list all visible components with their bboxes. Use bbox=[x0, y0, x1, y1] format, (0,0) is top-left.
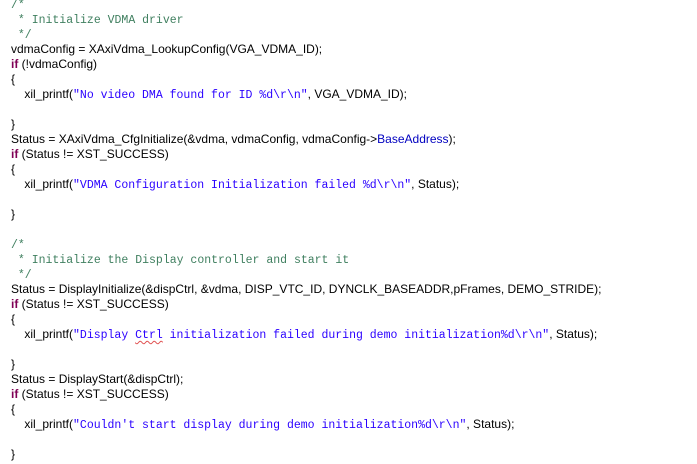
code-string-literal: "Couldn't start display during demo init… bbox=[73, 419, 467, 432]
code-text: , Status); bbox=[466, 417, 515, 431]
code-text: Status = DisplayInitialize(&dispCtrl, &v… bbox=[11, 282, 602, 296]
code-line[interactable]: { bbox=[11, 162, 15, 177]
code-comment: /* bbox=[11, 0, 25, 12]
code-string-literal: "VDMA Configuration Initialization faile… bbox=[73, 179, 412, 192]
code-line[interactable]: if (!vdmaConfig) bbox=[11, 57, 97, 72]
code-text: Status = XAxiVdma_CfgInitialize(&vdma, v… bbox=[11, 132, 378, 146]
code-line[interactable]: if (Status != XST_SUCCESS) bbox=[11, 147, 169, 162]
code-string-literal: "No video DMA found for ID %d\r\n" bbox=[73, 89, 308, 102]
code-string-literal: initialization failed during demo initia… bbox=[162, 329, 550, 342]
code-comment: * Initialize VDMA driver bbox=[11, 14, 184, 27]
code-text: xil_printf( bbox=[11, 417, 74, 431]
code-spellcheck-word: Ctrl bbox=[135, 329, 163, 342]
code-line[interactable]: Status = DisplayInitialize(&dispCtrl, &v… bbox=[11, 282, 602, 297]
code-line[interactable]: */ bbox=[11, 27, 32, 42]
code-line[interactable]: { bbox=[11, 402, 15, 417]
code-string-literal: "Display bbox=[73, 329, 136, 342]
code-line[interactable]: } bbox=[11, 207, 15, 222]
code-text: } bbox=[11, 207, 16, 221]
code-text: } bbox=[11, 447, 16, 461]
code-line[interactable]: /* bbox=[11, 0, 25, 12]
code-line[interactable]: { bbox=[11, 72, 15, 87]
code-line[interactable]: xil_printf("VDMA Configuration Initializ… bbox=[11, 177, 459, 192]
code-line[interactable]: vdmaConfig = XAxiVdma_LookupConfig(VGA_V… bbox=[11, 42, 322, 57]
code-line[interactable]: xil_printf("Couldn't start display durin… bbox=[11, 417, 514, 432]
code-line[interactable]: Status = DisplayStart(&dispCtrl); bbox=[11, 372, 183, 387]
code-line[interactable]: xil_printf("No video DMA found for ID %d… bbox=[11, 87, 407, 102]
code-line[interactable]: Status = XAxiVdma_CfgInitialize(&vdma, v… bbox=[11, 132, 456, 147]
code-line[interactable]: */ bbox=[11, 267, 32, 282]
code-text: ); bbox=[448, 132, 456, 146]
code-line[interactable]: /* bbox=[11, 237, 25, 252]
code-text: } bbox=[11, 357, 16, 371]
code-text: (Status != XST_SUCCESS) bbox=[18, 387, 169, 401]
code-text: { bbox=[11, 402, 16, 416]
code-comment: * Initialize the Display controller and … bbox=[11, 254, 350, 267]
code-line[interactable]: * Initialize VDMA driver bbox=[11, 12, 184, 27]
code-text: xil_printf( bbox=[11, 87, 74, 101]
code-comment: /* bbox=[11, 239, 25, 252]
code-text: (!vdmaConfig) bbox=[18, 57, 98, 71]
code-text: Status = DisplayStart(&dispCtrl); bbox=[11, 372, 184, 386]
code-text: vdmaConfig = XAxiVdma_LookupConfig(VGA_V… bbox=[11, 42, 323, 56]
code-text: { bbox=[11, 312, 16, 326]
code-comment: */ bbox=[11, 29, 32, 42]
code-text: { bbox=[11, 162, 16, 176]
code-text: , Status); bbox=[549, 327, 598, 341]
code-text: { bbox=[11, 72, 16, 86]
code-text: } bbox=[11, 117, 16, 131]
code-text: xil_printf( bbox=[11, 327, 74, 341]
code-comment: */ bbox=[11, 269, 32, 282]
code-line[interactable]: xil_printf("Display Ctrl initialization … bbox=[11, 327, 597, 342]
code-line[interactable]: if (Status != XST_SUCCESS) bbox=[11, 297, 169, 312]
code-text: xil_printf( bbox=[11, 177, 74, 191]
code-field-reference: BaseAddress bbox=[377, 132, 449, 146]
code-text: , Status); bbox=[411, 177, 460, 191]
code-text: (Status != XST_SUCCESS) bbox=[18, 297, 169, 311]
code-line[interactable]: if (Status != XST_SUCCESS) bbox=[11, 387, 169, 402]
code-text: (Status != XST_SUCCESS) bbox=[18, 147, 169, 161]
code-line[interactable]: * Initialize the Display controller and … bbox=[11, 252, 349, 267]
code-editor[interactable]: /* * Initialize VDMA driver */vdmaConfig… bbox=[0, 0, 697, 464]
code-line[interactable]: { bbox=[11, 312, 15, 327]
code-line[interactable]: } bbox=[11, 447, 15, 462]
code-line[interactable]: } bbox=[11, 117, 15, 132]
code-line[interactable]: } bbox=[11, 357, 15, 372]
code-text: , VGA_VDMA_ID); bbox=[307, 87, 408, 101]
